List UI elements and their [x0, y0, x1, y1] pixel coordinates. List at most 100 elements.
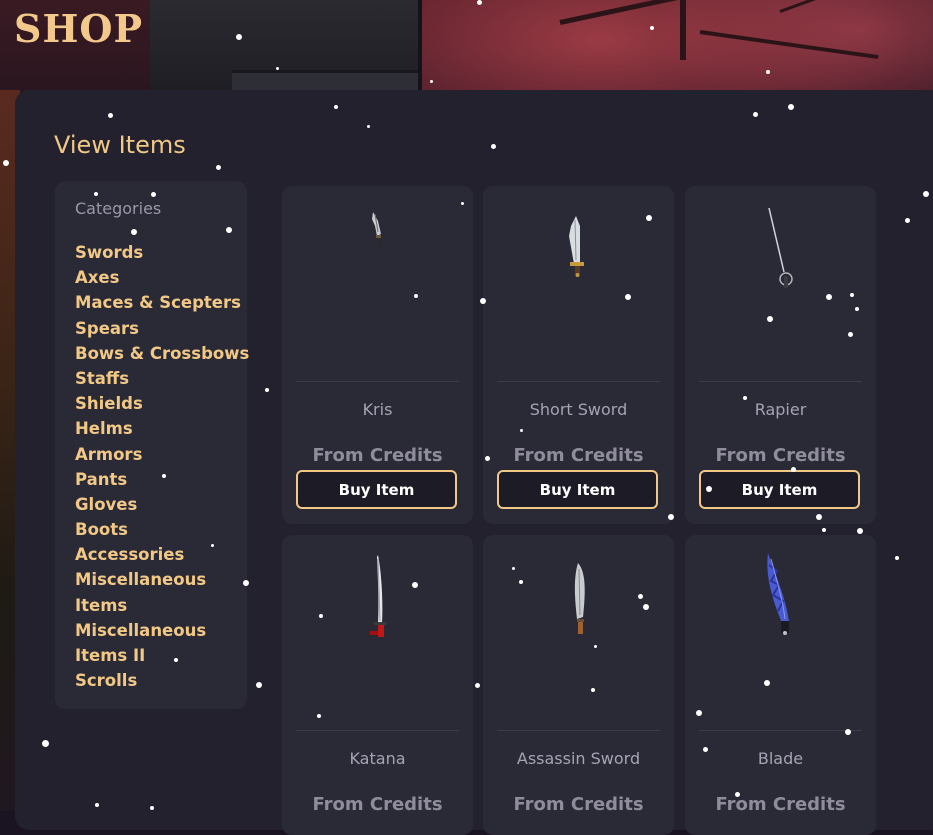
category-bows-crossbows[interactable]: Bows & Crossbows: [75, 344, 249, 369]
snowflake: [317, 714, 321, 718]
category-accessories[interactable]: Accessories: [75, 545, 249, 570]
snowflake: [696, 710, 702, 716]
item-name: Kris: [362, 400, 393, 419]
snowflake: [638, 594, 643, 599]
item-card: Rapier From Credits Buy Item: [685, 186, 876, 524]
category-shields[interactable]: Shields: [75, 394, 249, 419]
snowflake: [850, 293, 854, 297]
snowflake: [477, 0, 482, 5]
item-card: Short Sword From Credits Buy Item: [483, 186, 674, 524]
snowflake: [767, 316, 773, 322]
assassin-sword-icon: [574, 563, 585, 634]
snowflake: [855, 307, 859, 311]
snowflake: [226, 227, 232, 233]
snowflake: [650, 26, 654, 30]
snowflake: [95, 803, 99, 807]
item-price: From Credits: [312, 445, 443, 466]
snowflake: [753, 112, 758, 117]
snowflake: [211, 544, 214, 547]
card-divider: [296, 381, 459, 382]
snowflake: [788, 104, 794, 110]
snowflake: [480, 298, 486, 304]
snowflake: [895, 556, 899, 560]
category-boots[interactable]: Boots: [75, 520, 249, 545]
buy-item-button[interactable]: Buy Item: [699, 470, 860, 509]
snowflake: [414, 294, 418, 298]
category-list: Swords Axes Maces & Scepters Spears Bows…: [75, 243, 249, 696]
snowflake: [174, 658, 178, 662]
snowflake: [150, 806, 154, 810]
card-divider: [699, 730, 862, 731]
category-items-ii[interactable]: Items II: [75, 646, 249, 671]
category-miscellaneous-2[interactable]: Miscellaneous: [75, 621, 249, 646]
snowflake: [131, 229, 137, 235]
item-price: From Credits: [715, 445, 846, 466]
snowflake: [646, 215, 652, 221]
snowflake: [491, 144, 496, 149]
snowflake: [743, 396, 747, 400]
snowflake: [625, 294, 631, 300]
item-card: Blade From Credits: [685, 535, 876, 835]
snowflake: [276, 67, 279, 70]
snowflake: [162, 474, 166, 478]
category-helms[interactable]: Helms: [75, 419, 249, 444]
snowflake: [923, 191, 929, 197]
snowflake: [236, 34, 242, 40]
snowflake: [591, 688, 595, 692]
snowflake: [151, 192, 156, 197]
item-price: From Credits: [513, 445, 644, 466]
snowflake: [706, 486, 712, 492]
snowflake: [643, 604, 649, 610]
snowflake: [412, 582, 418, 588]
item-price: From Credits: [715, 794, 846, 815]
item-name: Katana: [349, 749, 406, 768]
snowflake: [826, 294, 832, 300]
category-scrolls[interactable]: Scrolls: [75, 671, 249, 696]
page-title: SHOP: [14, 6, 144, 51]
snowflake: [485, 456, 490, 461]
snowflake: [265, 388, 269, 392]
buy-item-button[interactable]: Buy Item: [296, 470, 457, 509]
category-items[interactable]: Items: [75, 596, 249, 621]
category-armors[interactable]: Armors: [75, 445, 249, 470]
buy-item-button[interactable]: Buy Item: [497, 470, 658, 509]
card-divider: [296, 730, 459, 731]
short-sword-icon: [569, 216, 584, 277]
blade-icon: [767, 553, 789, 635]
category-miscellaneous[interactable]: Miscellaneous: [75, 570, 249, 595]
item-card: Kris From Credits Buy Item: [282, 186, 473, 524]
snowflake: [475, 683, 480, 688]
categories-sidebar: Categories Swords Axes Maces & Scepters …: [55, 181, 249, 709]
snowflake: [668, 514, 674, 520]
snowflake: [816, 514, 822, 520]
rapier-icon: [768, 207, 793, 288]
categories-title: Categories: [75, 199, 162, 218]
snowflake: [845, 729, 851, 735]
snowflake: [461, 202, 464, 205]
item-price: From Credits: [513, 794, 644, 815]
section-heading: View Items: [54, 131, 186, 159]
snowflake: [905, 218, 910, 223]
category-maces-scepters[interactable]: Maces & Scepters: [75, 293, 249, 318]
item-name: Blade: [757, 749, 804, 768]
category-swords[interactable]: Swords: [75, 243, 249, 268]
item-name: Assassin Sword: [516, 749, 641, 768]
card-divider: [699, 381, 862, 382]
category-gloves[interactable]: Gloves: [75, 495, 249, 520]
snowflake: [216, 165, 221, 170]
category-axes[interactable]: Axes: [75, 268, 249, 293]
category-spears[interactable]: Spears: [75, 319, 249, 344]
kris-dagger-icon: [372, 212, 381, 250]
snowflake: [108, 113, 113, 118]
snowflake: [791, 467, 796, 472]
item-card: Assassin Sword From Credits: [483, 535, 674, 835]
snowflake: [857, 528, 863, 534]
snowflake: [42, 740, 49, 747]
snowflake: [519, 580, 523, 584]
item-price: From Credits: [312, 794, 443, 815]
snowflake: [367, 125, 370, 128]
card-divider: [497, 381, 660, 382]
snowflake: [766, 70, 770, 74]
snowflake: [703, 747, 708, 752]
category-staffs[interactable]: Staffs: [75, 369, 249, 394]
